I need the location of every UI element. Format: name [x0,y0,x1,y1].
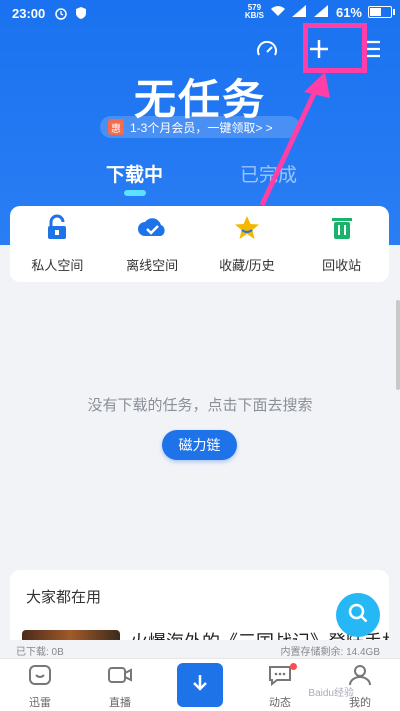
storage-bar: 已下载: 0B 内置存储剩余: 14.4GB [0,640,400,658]
search-icon [347,602,369,629]
watermark: Baidu经验 [308,688,354,699]
alarm-icon [54,6,68,20]
popular-section: 大家都在用 火爆海外的《三国战记》登陆手机 [10,570,389,640]
shortcut-label: 收藏/历史 [219,258,275,273]
video-icon [107,667,133,691]
speed-meter-icon[interactable] [252,34,282,64]
battery-percent: 61% [335,4,362,20]
status-time: 23:00 [12,6,46,21]
shortcut-label: 回收站 [322,258,362,273]
nav-label: 直播 [109,697,131,709]
cloud-check-icon [137,214,167,247]
nav-xunlei[interactable]: 迅雷 [10,663,70,710]
shield-icon [74,6,88,20]
chat-icon [267,666,293,691]
tabs: 下载中 已完成 [0,160,400,200]
xunlei-home-icon [27,665,53,691]
shortcut-card: 私人空间 离线空间 收藏/历史 回收站 [10,206,389,282]
net-speed: 579 KB/S [244,3,264,20]
downloaded-size: 已下载: 0B [16,647,64,658]
popular-title: 大家都在用 [26,589,102,606]
download-icon [189,672,211,699]
popular-thumbnail[interactable] [22,630,120,640]
nav-label: 动态 [269,697,291,709]
star-icon [233,214,261,247]
promo-banner[interactable]: 惠 1-3个月会员，一键领取> > [100,116,300,138]
nav-download[interactable] [177,663,223,707]
lock-icon [43,214,71,247]
tab-indicator [124,190,146,196]
promo-badge: 惠 [108,119,124,135]
scrollbar[interactable] [396,300,400,390]
shortcut-label: 离线空间 [126,258,179,273]
nav-feed[interactable]: 动态 [250,663,310,710]
signal-icon [291,4,308,20]
battery-icon [368,6,395,18]
shortcut-offline-space[interactable]: 离线空间 [112,214,192,274]
empty-message: 没有下载的任务，点击下面去搜索 [87,397,313,414]
wifi-icon [270,5,286,20]
signal2-icon [313,4,330,20]
search-fab[interactable] [336,593,380,637]
notification-dot [290,663,297,670]
magnet-link-button[interactable]: 磁力链 [162,430,237,460]
tab-completed[interactable]: 已完成 [240,160,297,187]
nav-live[interactable]: 直播 [90,663,150,710]
shortcut-recycle-bin[interactable]: 回收站 [302,214,382,274]
shortcut-label: 私人空间 [31,258,84,273]
tab-downloading[interactable]: 下载中 [106,160,163,187]
shortcut-private-space[interactable]: 私人空间 [17,214,97,274]
nav-label: 迅雷 [29,697,51,709]
storage-remaining: 内置存储剩余: 14.4GB [280,647,380,658]
trash-icon [329,214,355,247]
shortcut-favorites-history[interactable]: 收藏/历史 [207,214,287,274]
promo-text: 1-3个月会员，一键领取> > [130,120,273,135]
